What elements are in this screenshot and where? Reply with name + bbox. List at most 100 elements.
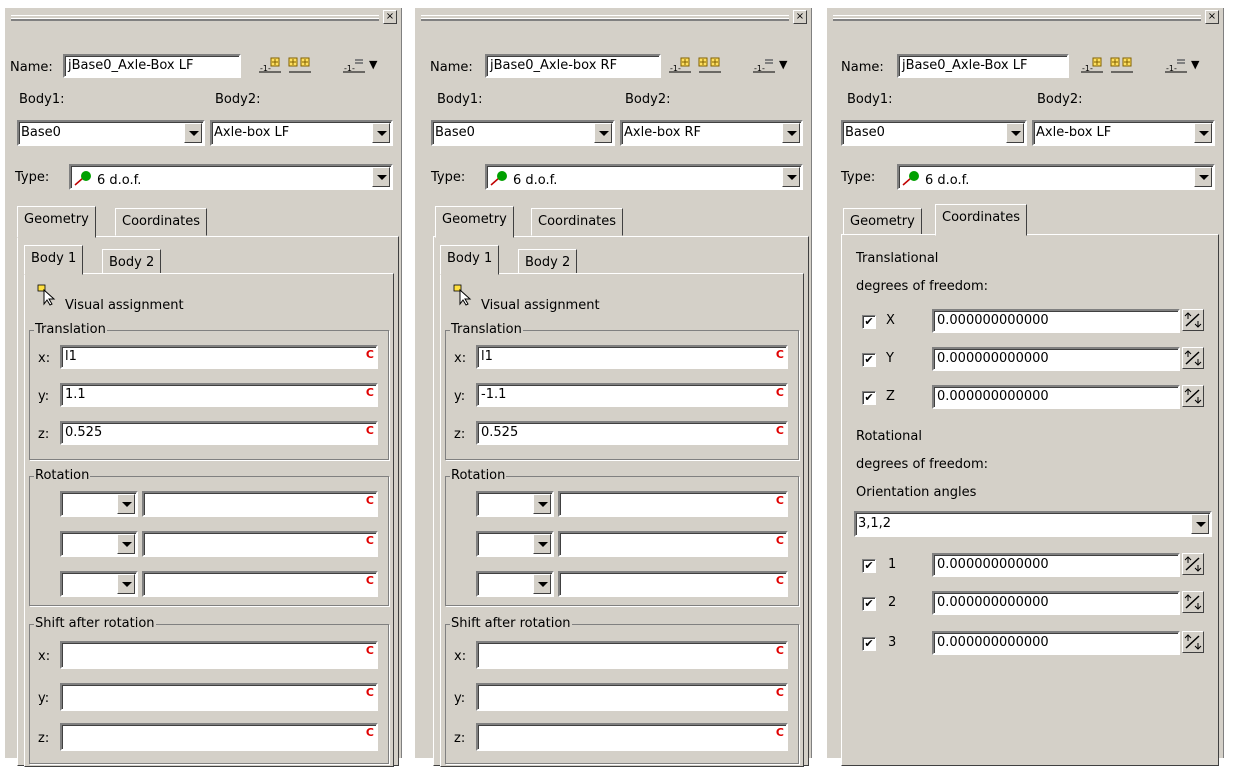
menu-dropdown-icon[interactable]: ▼ bbox=[1191, 58, 1199, 71]
constant-marker[interactable]: C bbox=[776, 349, 784, 360]
constant-marker[interactable]: C bbox=[366, 645, 374, 656]
close-button[interactable]: × bbox=[383, 10, 397, 24]
dof-y-checkbox[interactable]: ✔ bbox=[862, 353, 876, 367]
tab-geometry[interactable]: Geometry bbox=[17, 206, 96, 238]
chevron-down-icon[interactable] bbox=[117, 574, 135, 594]
menu-dropdown-icon[interactable]: ▼ bbox=[779, 58, 787, 71]
rotation-angle-input[interactable]: C bbox=[558, 531, 788, 557]
chevron-down-icon[interactable] bbox=[372, 167, 390, 187]
spin-arrows-icon[interactable] bbox=[1182, 347, 1204, 369]
chevron-down-icon[interactable] bbox=[372, 123, 390, 143]
subtab-body2[interactable]: Body 2 bbox=[518, 249, 578, 275]
add-joints-icon[interactable] bbox=[697, 56, 723, 78]
rotation-angle-input[interactable]: C bbox=[558, 491, 788, 517]
subtab-body2[interactable]: Body 2 bbox=[102, 249, 162, 275]
add-joint-icon[interactable]: -1- bbox=[1079, 56, 1105, 78]
body1-select[interactable]: Base0 bbox=[841, 120, 1027, 146]
panel-titlebar[interactable]: × bbox=[5, 10, 401, 26]
body1-select[interactable]: Base0 bbox=[431, 120, 615, 146]
chevron-down-icon[interactable] bbox=[782, 167, 800, 187]
subtab-body1[interactable]: Body 1 bbox=[440, 245, 500, 275]
name-input[interactable]: jBase0_Axle-Box LF bbox=[63, 54, 241, 78]
rotation-angle-input[interactable]: C bbox=[142, 531, 378, 557]
constant-marker[interactable]: C bbox=[776, 575, 784, 586]
shift-z-input[interactable]: C bbox=[476, 723, 788, 751]
list-joints-icon[interactable]: -1- bbox=[751, 56, 777, 78]
rotation-axis-select[interactable] bbox=[60, 491, 138, 517]
chevron-down-icon[interactable] bbox=[533, 574, 551, 594]
type-select[interactable]: 6 d.o.f. bbox=[897, 164, 1215, 190]
add-joint-icon[interactable]: -1- bbox=[667, 56, 693, 78]
dof-2-input[interactable]: 0.000000000000 bbox=[932, 591, 1180, 615]
panel-titlebar[interactable]: × bbox=[827, 10, 1223, 26]
shift-z-input[interactable]: C bbox=[60, 723, 378, 751]
constant-marker[interactable]: C bbox=[776, 645, 784, 656]
tab-geometry[interactable]: Geometry bbox=[435, 206, 514, 238]
dof-z-checkbox[interactable]: ✔ bbox=[862, 391, 876, 405]
rotation-angle-input[interactable]: C bbox=[142, 491, 378, 517]
spin-arrows-icon[interactable] bbox=[1182, 591, 1204, 613]
chevron-down-icon[interactable] bbox=[117, 494, 135, 514]
body2-select[interactable]: Axle-box RF bbox=[620, 120, 803, 146]
dof-x-checkbox[interactable]: ✔ bbox=[862, 315, 876, 329]
visual-assignment-label[interactable]: Visual assignment bbox=[481, 298, 600, 313]
constant-marker[interactable]: C bbox=[366, 575, 374, 586]
rotation-axis-select[interactable] bbox=[60, 571, 138, 597]
rotation-angle-input[interactable]: C bbox=[558, 571, 788, 597]
constant-marker[interactable]: C bbox=[366, 349, 374, 360]
shift-y-input[interactable]: C bbox=[476, 683, 788, 711]
constant-marker[interactable]: C bbox=[366, 535, 374, 546]
constant-marker[interactable]: C bbox=[776, 425, 784, 436]
body2-select[interactable]: Axle-box LF bbox=[210, 120, 393, 146]
dof-y-input[interactable]: 0.000000000000 bbox=[932, 347, 1180, 371]
chevron-down-icon[interactable] bbox=[594, 123, 612, 143]
visual-assignment-label[interactable]: Visual assignment bbox=[65, 298, 184, 313]
dof-2-checkbox[interactable]: ✔ bbox=[862, 597, 876, 611]
body1-select[interactable]: Base0 bbox=[17, 120, 205, 146]
shift-x-input[interactable]: C bbox=[476, 641, 788, 669]
subtab-body1[interactable]: Body 1 bbox=[24, 245, 84, 275]
constant-marker[interactable]: C bbox=[366, 687, 374, 698]
rotation-axis-select[interactable] bbox=[476, 491, 554, 517]
rotation-axis-select[interactable] bbox=[476, 531, 554, 557]
chevron-down-icon[interactable] bbox=[1194, 167, 1212, 187]
tab-geometry[interactable]: Geometry bbox=[843, 208, 922, 236]
chevron-down-icon[interactable] bbox=[184, 123, 202, 143]
constant-marker[interactable]: C bbox=[776, 727, 784, 738]
chevron-down-icon[interactable] bbox=[117, 534, 135, 554]
shift-y-input[interactable]: C bbox=[60, 683, 378, 711]
translation-x-input[interactable]: l1 C bbox=[476, 345, 788, 369]
add-joints-icon[interactable] bbox=[287, 56, 313, 78]
spin-arrows-icon[interactable] bbox=[1182, 385, 1204, 407]
list-joints-icon[interactable]: -1- bbox=[1163, 56, 1189, 78]
rotation-axis-select[interactable] bbox=[60, 531, 138, 557]
add-joints-icon[interactable] bbox=[1109, 56, 1135, 78]
tab-coordinates[interactable]: Coordinates bbox=[115, 208, 208, 236]
constant-marker[interactable]: C bbox=[776, 687, 784, 698]
visual-assignment-icon[interactable] bbox=[453, 284, 473, 306]
dof-1-input[interactable]: 0.000000000000 bbox=[932, 553, 1180, 577]
translation-z-input[interactable]: 0.525 C bbox=[476, 421, 788, 445]
constant-marker[interactable]: C bbox=[366, 495, 374, 506]
type-select[interactable]: 6 d.o.f. bbox=[69, 164, 393, 190]
dof-3-checkbox[interactable]: ✔ bbox=[862, 637, 876, 651]
dof-z-input[interactable]: 0.000000000000 bbox=[932, 385, 1180, 409]
constant-marker[interactable]: C bbox=[366, 727, 374, 738]
chevron-down-icon[interactable] bbox=[1006, 123, 1024, 143]
panel-titlebar[interactable]: × bbox=[415, 10, 811, 26]
constant-marker[interactable]: C bbox=[366, 425, 374, 436]
rotation-angle-input[interactable]: C bbox=[142, 571, 378, 597]
constant-marker[interactable]: C bbox=[366, 387, 374, 398]
spin-arrows-icon[interactable] bbox=[1182, 553, 1204, 575]
chevron-down-icon[interactable] bbox=[782, 123, 800, 143]
tab-coordinates[interactable]: Coordinates bbox=[935, 204, 1028, 236]
type-select[interactable]: 6 d.o.f. bbox=[485, 164, 803, 190]
body2-select[interactable]: Axle-box LF bbox=[1032, 120, 1215, 146]
translation-y-input[interactable]: 1.1 C bbox=[60, 383, 378, 407]
translation-x-input[interactable]: l1 C bbox=[60, 345, 378, 369]
orientation-select[interactable]: 3,1,2 bbox=[854, 511, 1212, 537]
constant-marker[interactable]: C bbox=[776, 387, 784, 398]
close-button[interactable]: × bbox=[793, 10, 807, 24]
name-input[interactable]: jBase0_Axle-Box LF bbox=[897, 54, 1069, 78]
chevron-down-icon[interactable] bbox=[533, 534, 551, 554]
